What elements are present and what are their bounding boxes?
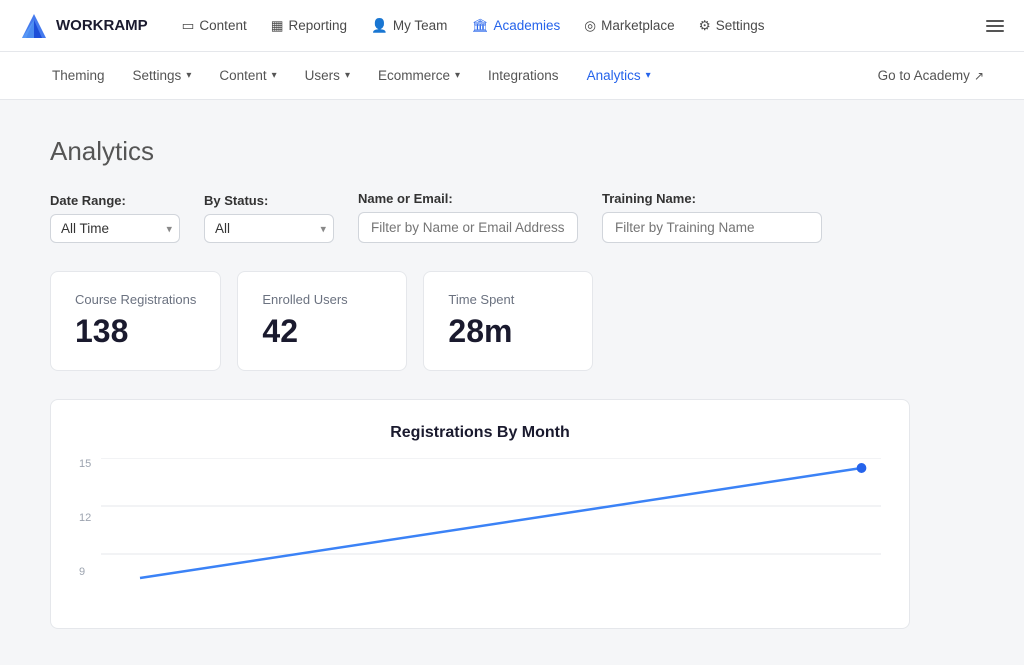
content-chevron-icon: ▾: [272, 70, 277, 81]
logo[interactable]: WORKRAMP: [20, 12, 148, 40]
chart-title: Registrations By Month: [79, 424, 881, 442]
by-status-select-wrapper: All Completed In Progress Not Started: [204, 214, 334, 243]
reporting-icon: ▦: [271, 18, 284, 34]
date-range-select[interactable]: All Time Last 7 Days Last 30 Days Last 9…: [50, 214, 180, 243]
enrolled-users-value: 42: [262, 313, 382, 350]
chart-area: 15 12 9: [79, 458, 881, 618]
settings-nav-icon: ⚙: [699, 18, 711, 34]
myteam-icon: 👤: [371, 18, 388, 34]
name-email-filter: Name or Email:: [358, 191, 578, 243]
course-registrations-value: 138: [75, 313, 196, 350]
stat-card-enrolled-users: Enrolled Users 42: [237, 271, 407, 371]
nav-academies[interactable]: 🏛 Academies: [461, 12, 570, 40]
by-status-label: By Status:: [204, 193, 334, 208]
chart-card: Registrations By Month 15 12 9: [50, 399, 910, 629]
name-email-input[interactable]: [358, 212, 578, 243]
enrolled-users-label: Enrolled Users: [262, 292, 382, 307]
external-link-icon: ↗: [974, 69, 984, 83]
top-nav-links: ▭ Content ▦ Reporting 👤 My Team 🏛 Academ…: [172, 12, 962, 40]
sub-nav-theming[interactable]: Theming: [40, 62, 117, 89]
nav-my-team[interactable]: 👤 My Team: [361, 12, 457, 40]
go-to-academy-link[interactable]: Go to Academy ↗: [878, 68, 984, 83]
nav-marketplace[interactable]: ◎ Marketplace: [574, 12, 684, 40]
sub-nav-settings[interactable]: Settings ▾: [121, 62, 204, 89]
course-registrations-label: Course Registrations: [75, 292, 196, 307]
stats-row: Course Registrations 138 Enrolled Users …: [50, 271, 974, 371]
logo-text: WORKRAMP: [56, 17, 148, 34]
sub-nav-content[interactable]: Content ▾: [207, 62, 288, 89]
date-range-label: Date Range:: [50, 193, 180, 208]
sub-nav-integrations[interactable]: Integrations: [476, 62, 571, 89]
nav-content[interactable]: ▭ Content: [172, 12, 257, 40]
stat-card-time-spent: Time Spent 28m: [423, 271, 593, 371]
y-label-9: 9: [79, 566, 101, 578]
main-content: Analytics Date Range: All Time Last 7 Da…: [0, 100, 1024, 665]
date-range-filter: Date Range: All Time Last 7 Days Last 30…: [50, 193, 180, 243]
time-spent-value: 28m: [448, 313, 568, 350]
page-title: Analytics: [50, 136, 974, 167]
nav-reporting[interactable]: ▦ Reporting: [261, 12, 357, 40]
sub-nav: Theming Settings ▾ Content ▾ Users ▾ Eco…: [0, 52, 1024, 100]
y-label-15: 15: [79, 458, 101, 470]
settings-chevron-icon: ▾: [186, 70, 191, 81]
academies-icon: 🏛: [471, 18, 488, 34]
hamburger-menu[interactable]: [986, 20, 1004, 32]
analytics-chevron-icon: ▾: [646, 70, 651, 81]
training-name-label: Training Name:: [602, 191, 822, 206]
users-chevron-icon: ▾: [345, 70, 350, 81]
name-email-label: Name or Email:: [358, 191, 578, 206]
chart-svg-container: [101, 458, 881, 591]
y-label-12: 12: [79, 512, 101, 524]
time-spent-label: Time Spent: [448, 292, 568, 307]
content-icon: ▭: [182, 18, 195, 34]
filters-row: Date Range: All Time Last 7 Days Last 30…: [50, 191, 974, 243]
sub-nav-analytics[interactable]: Analytics ▾: [575, 62, 663, 89]
sub-nav-users[interactable]: Users ▾: [293, 62, 362, 89]
chart-svg: [101, 458, 881, 588]
training-name-filter: Training Name:: [602, 191, 822, 243]
training-name-input[interactable]: [602, 212, 822, 243]
stat-card-course-registrations: Course Registrations 138: [50, 271, 221, 371]
nav-settings[interactable]: ⚙ Settings: [689, 12, 775, 40]
by-status-filter: By Status: All Completed In Progress Not…: [204, 193, 334, 243]
by-status-select[interactable]: All Completed In Progress Not Started: [204, 214, 334, 243]
marketplace-icon: ◎: [584, 18, 596, 34]
ecommerce-chevron-icon: ▾: [455, 70, 460, 81]
date-range-select-wrapper: All Time Last 7 Days Last 30 Days Last 9…: [50, 214, 180, 243]
sub-nav-ecommerce[interactable]: Ecommerce ▾: [366, 62, 472, 89]
top-nav: WORKRAMP ▭ Content ▦ Reporting 👤 My Team…: [0, 0, 1024, 52]
